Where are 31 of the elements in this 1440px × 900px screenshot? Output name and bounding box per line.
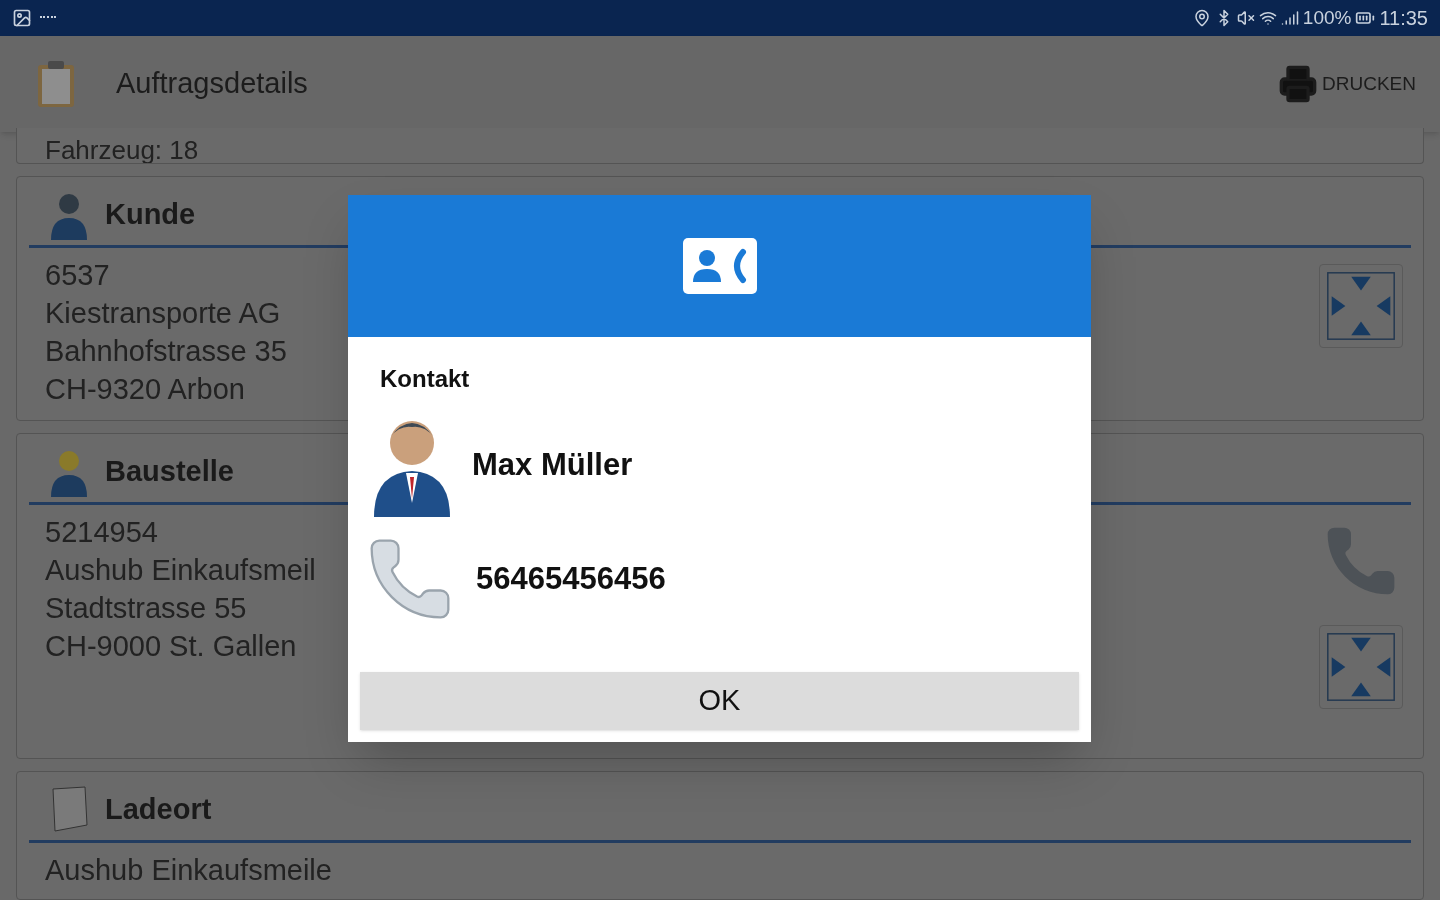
battery-percent: 100% (1302, 5, 1352, 30)
section-title: Baustelle (105, 454, 234, 490)
address-line: Stadtstrasse 55 (45, 591, 248, 626)
collapse-arrows-icon[interactable] (1319, 264, 1403, 348)
address-line: Kiestransporte AG (45, 296, 282, 331)
contact-name: Max Müller (472, 445, 633, 484)
mute-icon (1236, 9, 1255, 27)
printer-icon (1278, 64, 1319, 104)
collapse-arrows-icon[interactable] (1319, 625, 1403, 709)
contact-card-icon (682, 238, 757, 294)
address-line: Bahnhofstrasse 35 (45, 334, 287, 369)
clock: 11:35 (1379, 6, 1428, 31)
section-title: Ladeort (105, 792, 212, 828)
address-line: CH-9320 Arbon (45, 372, 246, 407)
signal-icon (1280, 9, 1299, 27)
ok-button[interactable]: OK (360, 672, 1079, 730)
address-line: CH-9000 St. Gallen (45, 629, 298, 664)
dialog-title: Kontakt (379, 364, 471, 394)
location-icon (1192, 9, 1211, 27)
phone-number: 56465456456 (476, 559, 666, 598)
screen-title: Auftragsdetails (116, 66, 308, 102)
clipboard-icon (36, 59, 76, 109)
address-line: 5214954 (45, 515, 159, 550)
address-line: 6537 (45, 258, 111, 293)
dots-icon (40, 16, 56, 20)
section-title: Kunde (105, 197, 196, 233)
wifi-icon (1258, 9, 1277, 27)
address-line: Aushub Einkaufsmeile (45, 853, 332, 888)
document-icon (49, 785, 89, 835)
address-line: Aushub Einkaufsmeil (45, 553, 316, 588)
gallery-icon (12, 8, 32, 28)
